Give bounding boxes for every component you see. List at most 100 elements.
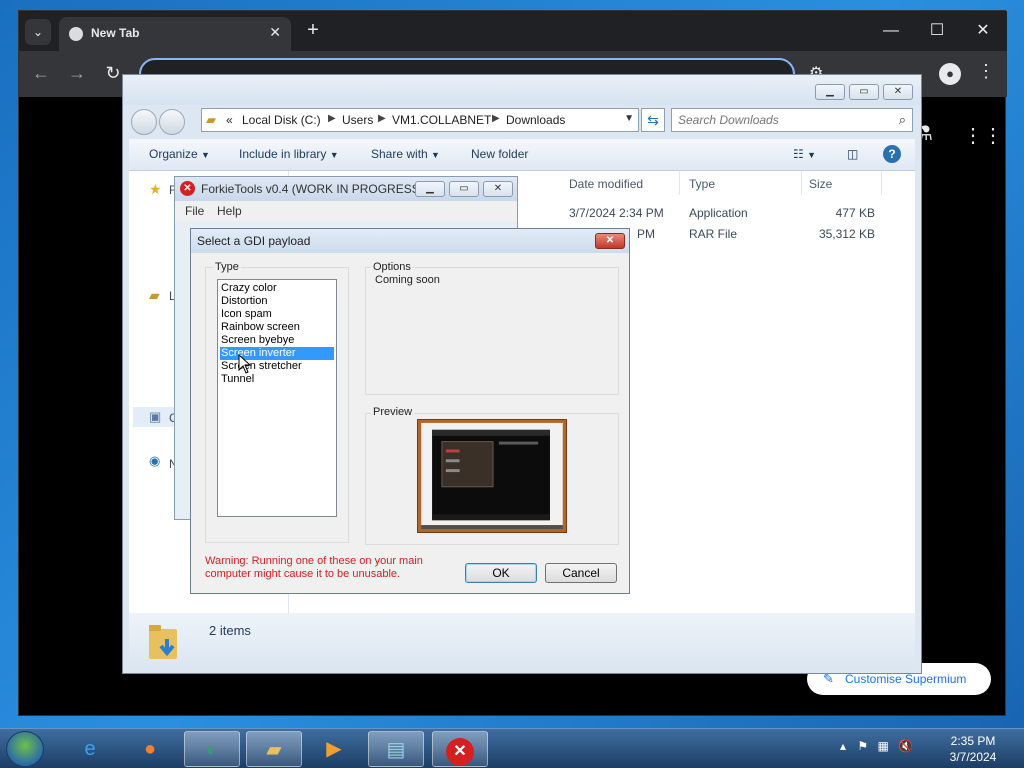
search-input[interactable]	[678, 113, 888, 127]
file-date: 3/7/2024 2:34 PM	[569, 206, 664, 220]
maximize-button[interactable]: ☐	[917, 19, 957, 43]
ok-button[interactable]: OK	[465, 563, 537, 583]
apps-grid-icon[interactable]: ⋮⋮	[963, 123, 1003, 148]
dialog-title: Select a GDI payload	[197, 234, 311, 248]
menu-icon[interactable]: ⋮	[977, 61, 995, 82]
forkietools-menubar: File Help	[175, 201, 517, 221]
ie-icon[interactable]: e	[62, 731, 118, 767]
list-item[interactable]: Tunnel	[220, 373, 334, 386]
explorer-search: ⌕	[671, 108, 913, 132]
flag-icon[interactable]: ⚑	[857, 739, 868, 753]
gdi-payload-dialog: Select a GDI payload ✕ Type Crazy color …	[190, 228, 630, 594]
volume-muted-icon[interactable]: 🔇	[898, 739, 913, 753]
dialog-close-button[interactable]: ✕	[595, 233, 625, 249]
globe-icon	[69, 27, 83, 41]
column-header-size[interactable]: Size	[809, 177, 832, 191]
file-type: Application	[689, 206, 748, 220]
list-item[interactable]: Distortion	[220, 295, 334, 308]
preview-pane-icon[interactable]: ◫	[847, 147, 858, 161]
share-with-button[interactable]: Share with ▼	[371, 147, 440, 161]
forkietools-close-button[interactable]: ✕	[483, 181, 513, 197]
explorer-status-bar: 2 items	[129, 613, 915, 669]
mouse-cursor-icon	[238, 354, 252, 374]
column-header-type[interactable]: Type	[689, 177, 715, 191]
options-text: Coming soon	[375, 274, 440, 286]
tab-search-button[interactable]: ⌄	[25, 19, 51, 45]
list-item[interactable]: Icon spam	[220, 308, 334, 321]
options-group	[365, 267, 619, 395]
chevron-down-icon[interactable]: ▼	[624, 113, 634, 124]
chevron-right-icon[interactable]: ▶	[328, 113, 336, 124]
include-in-library-button[interactable]: Include in library ▼	[239, 147, 339, 161]
clock-date: 3/7/2024	[949, 750, 997, 764]
cancel-button[interactable]: Cancel	[545, 563, 617, 583]
forkietools-minimize-button[interactable]: ▁	[415, 181, 445, 197]
preview-group-label: Preview	[371, 406, 415, 418]
tab-close-icon[interactable]: ✕	[269, 24, 281, 41]
view-options-icon[interactable]: ☷ ▼	[793, 147, 816, 161]
star-icon: ★	[149, 181, 162, 197]
chat-icon[interactable]: ◐	[184, 731, 240, 767]
clock[interactable]: 2:35 PM 3/7/2024	[940, 733, 1006, 765]
forkietools-maximize-button[interactable]: ▭	[449, 181, 479, 197]
type-group-label: Type	[213, 261, 241, 273]
file-size: 477 KB	[835, 206, 875, 220]
tray-expand-icon[interactable]: ▴	[840, 739, 846, 753]
browser-tab[interactable]: New Tab ✕	[59, 17, 291, 51]
taskbar: e ● ◐ ▰ ▶ ▤ ✕ ▴ ⚑ ▦ 🔇 2:35 PM 3/7/2024	[0, 728, 1024, 768]
help-icon[interactable]: ?	[883, 145, 901, 163]
explorer-maximize-button[interactable]: ▭	[849, 84, 879, 100]
notepad-icon[interactable]: ▤	[368, 731, 424, 767]
column-divider[interactable]	[881, 171, 882, 195]
explorer-forward-button[interactable]	[159, 109, 185, 135]
chevron-right-icon[interactable]: ▶	[492, 113, 500, 124]
breadcrumb-item[interactable]: Local Disk (C:)	[242, 113, 321, 127]
file-type: RAR File	[689, 227, 738, 241]
forward-icon[interactable]: →	[65, 63, 89, 84]
start-orb-icon[interactable]	[6, 731, 44, 767]
chevron-right-icon[interactable]: ▶	[378, 113, 386, 124]
library-icon: ▰	[149, 287, 160, 303]
downloads-folder-icon	[149, 625, 177, 659]
breadcrumb-item[interactable]: Users	[342, 113, 373, 127]
explorer-minimize-button[interactable]: ▁	[815, 84, 845, 100]
list-item[interactable]: Crazy color	[220, 282, 334, 295]
browser-tab-bar: ⌄ New Tab ✕ + — ☐ ✕	[19, 11, 1007, 51]
network-tray-icon[interactable]: ▦	[877, 739, 888, 753]
folder-icon[interactable]: ▰	[246, 731, 302, 767]
menu-help[interactable]: Help	[217, 204, 242, 218]
column-divider[interactable]	[679, 171, 680, 195]
close-button[interactable]: ✕	[963, 19, 1003, 43]
warning-text: Warning: Running one of these on your ma…	[205, 555, 423, 580]
breadcrumb-item[interactable]: Downloads	[506, 113, 565, 127]
explorer-close-button[interactable]: ✕	[883, 84, 913, 100]
profile-icon[interactable]: ●	[939, 63, 961, 85]
payload-type-list[interactable]: Crazy color Distortion Icon spam Rainbow…	[217, 279, 337, 517]
explorer-back-button[interactable]	[131, 109, 157, 135]
tab-title: New Tab	[91, 26, 140, 40]
breadcrumb-item[interactable]: VM1.COLLABNET	[392, 113, 491, 127]
file-size: 35,312 KB	[818, 227, 875, 241]
search-icon[interactable]: ⌕	[899, 112, 906, 128]
new-tab-button[interactable]: +	[301, 19, 325, 43]
list-item[interactable]: Rainbow screen	[220, 321, 334, 334]
explorer-address-row: ▰ « Local Disk (C:) ▶ Users ▶ VM1.COLLAB…	[123, 105, 921, 139]
new-folder-button[interactable]: New folder	[471, 147, 528, 161]
minimize-button[interactable]: —	[871, 19, 911, 43]
preview-thumbnail	[417, 419, 567, 533]
forkietools-titlebar: ✕ ForkieTools v0.4 (WORK IN PROGRESS) ▁ …	[175, 177, 517, 201]
clock-time: 2:35 PM	[950, 734, 996, 748]
menu-file[interactable]: File	[185, 204, 204, 218]
folder-icon: ▰	[206, 112, 216, 127]
back-icon[interactable]: ←	[29, 63, 53, 84]
firefox-icon[interactable]: ●	[122, 731, 178, 767]
organize-button[interactable]: Organize ▼	[149, 147, 210, 161]
explorer-address-bar[interactable]: ▰ « Local Disk (C:) ▶ Users ▶ VM1.COLLAB…	[201, 108, 639, 132]
list-item[interactable]: Screen byebye	[220, 334, 334, 347]
error-icon: ✕	[180, 181, 195, 196]
refresh-icon[interactable]: ⇆	[641, 108, 665, 132]
media-player-icon[interactable]: ▶	[306, 731, 362, 767]
error-icon[interactable]: ✕	[432, 731, 488, 767]
column-header-date[interactable]: Date modified	[569, 177, 643, 191]
column-divider[interactable]	[801, 171, 802, 195]
